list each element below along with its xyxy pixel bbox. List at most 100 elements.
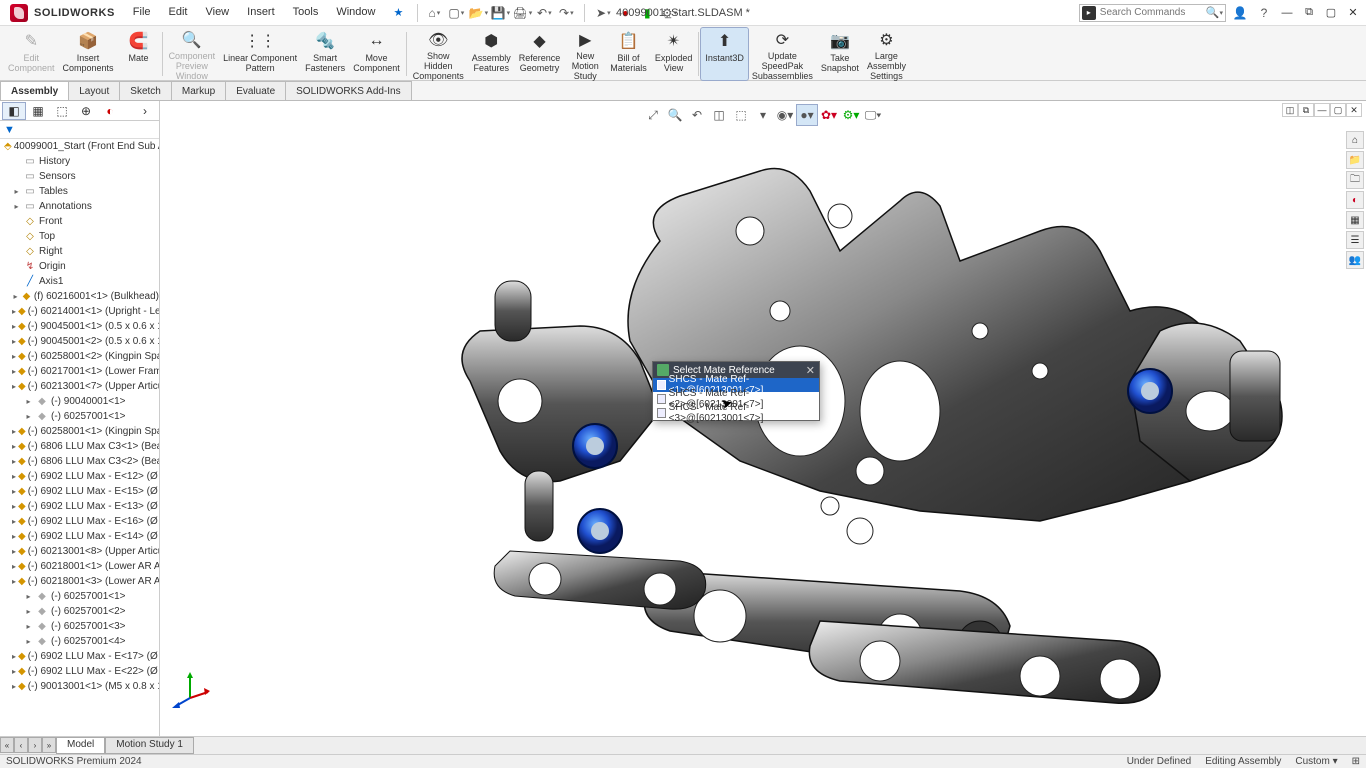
tree-expand-icon[interactable]: ▸ <box>12 292 19 301</box>
tree-item[interactable]: ▸◆(-) 90040001<1> <box>0 394 159 409</box>
ribbon-update-button[interactable]: ⟳Update SpeedPak Subassemblies <box>748 28 817 80</box>
ribbon-new-button[interactable]: ▶New Motion Study <box>564 28 606 80</box>
feature-tree[interactable]: ⬘40099001_Start (Front End Sub Asse▭Hist… <box>0 139 159 748</box>
tree-expand-icon[interactable]: ▸ <box>12 367 16 376</box>
menu-file[interactable]: File <box>125 3 159 22</box>
tree-expand-icon[interactable]: ▸ <box>12 502 16 511</box>
select-icon[interactable]: ➤▾ <box>593 3 613 23</box>
view-triad-icon[interactable] <box>170 668 210 708</box>
section-view-icon[interactable]: ◫ <box>709 105 729 125</box>
tree-item[interactable]: ▸◆(-) 60218001<1> (Lower AR Arr <box>0 559 159 574</box>
cmd-tab-sketch[interactable]: Sketch <box>119 81 172 100</box>
tree-item[interactable]: ▸◆(-) 6806 LLU Max C3<1> (Beari <box>0 439 159 454</box>
menu-help-icon[interactable]: ★ <box>385 3 411 22</box>
maximize-button[interactable]: ▢ <box>1322 4 1340 22</box>
tree-item[interactable]: ▸▭Tables <box>0 184 159 199</box>
tree-item[interactable]: ▸◆(-) 60213001<7> (Upper Articu <box>0 379 159 394</box>
taskpane-appearances-icon[interactable]: ▦ <box>1346 211 1364 229</box>
cmd-tab-markup[interactable]: Markup <box>171 81 226 100</box>
ribbon-insert-button[interactable]: 📦Insert Components <box>59 28 118 80</box>
mate-ref-option-3[interactable]: SHCS - Mate Ref-<3>@[60213001<7>] <box>653 406 819 420</box>
status-extra-icon[interactable]: ⊞ <box>1352 756 1360 767</box>
tree-expand-icon[interactable]: ▸ <box>12 187 21 196</box>
undo-icon[interactable]: ↶▾ <box>534 3 554 23</box>
redo-icon[interactable]: ↷▾ <box>556 3 576 23</box>
hide-show-icon[interactable]: ◉▾ <box>775 105 795 125</box>
tree-expand-icon[interactable]: ▸ <box>24 592 33 601</box>
tree-item[interactable]: ⬘40099001_Start (Front End Sub Asse <box>0 139 159 154</box>
status-units[interactable]: Custom ▾ <box>1295 756 1337 767</box>
cmd-tab-solidworks-add-ins[interactable]: SOLIDWORKS Add-Ins <box>285 81 411 100</box>
tree-expand-icon[interactable]: ▸ <box>24 637 33 646</box>
ribbon-smart-button[interactable]: 🔩Smart Fasteners <box>301 28 349 80</box>
tree-item[interactable]: ▸◆(-) 90013001<1> (M5 x 0.8 x 14 <box>0 679 159 694</box>
ribbon-show-button[interactable]: 👁Show Hidden Components <box>409 28 468 80</box>
search-icon[interactable]: 🔍 <box>1206 6 1220 19</box>
tree-expand-icon[interactable]: ▸ <box>12 337 16 346</box>
minimize-button[interactable]: — <box>1278 4 1296 22</box>
split-button[interactable]: ⧉ <box>1300 4 1318 22</box>
ribbon-exploded-button[interactable]: ✴Exploded View <box>651 28 697 80</box>
search-dropdown-icon[interactable]: ▾ <box>1219 9 1223 17</box>
scroll-next-icon[interactable]: › <box>28 737 42 753</box>
tree-item[interactable]: ▸◆(-) 6902 LLU Max - E<22> (Ø 1 <box>0 664 159 679</box>
tree-item[interactable]: ▸◆(-) 60257001<2> <box>0 604 159 619</box>
tree-item[interactable]: ▸◆(-) 6806 LLU Max C3<2> (Beari <box>0 454 159 469</box>
ribbon-bill-of-button[interactable]: 📋Bill of Materials <box>606 28 651 80</box>
scroll-prev-icon[interactable]: ‹ <box>14 737 28 753</box>
menu-window[interactable]: Window <box>328 3 383 22</box>
mdi-tile-icon[interactable]: ◫ <box>1282 103 1298 117</box>
tree-expand-icon[interactable]: ▸ <box>12 487 16 496</box>
tree-item[interactable]: ▸◆(-) 6902 LLU Max - E<17> (Ø 1 <box>0 649 159 664</box>
tree-expand-icon[interactable]: ▸ <box>24 622 33 631</box>
cmd-tab-evaluate[interactable]: Evaluate <box>225 81 286 100</box>
tree-expand-icon[interactable]: ▸ <box>12 667 16 676</box>
home-icon[interactable]: ⌂▾ <box>424 3 444 23</box>
tree-item[interactable]: ▸◆(-) 90045001<1> (0.5 x 0.6 x 1 B <box>0 319 159 334</box>
tree-expand-icon[interactable]: ▸ <box>12 682 16 691</box>
ribbon-instant3d-button[interactable]: ⬆Instant3D <box>701 28 748 80</box>
feature-manager-tab-icon[interactable]: ◧ <box>2 102 26 120</box>
tree-item[interactable]: ◇Right <box>0 244 159 259</box>
ribbon-mate-button[interactable]: 🧲Mate <box>118 28 160 80</box>
tree-expand-icon[interactable]: ▸ <box>12 427 16 436</box>
tree-item[interactable]: ▸◆(-) 6902 LLU Max - E<16> (Ø 1 <box>0 514 159 529</box>
prev-view-icon[interactable]: ↶ <box>687 105 707 125</box>
taskpane-view-palette-icon[interactable]: ◐ <box>1346 191 1364 209</box>
tree-expand-icon[interactable]: ▸ <box>24 412 33 421</box>
menu-edit[interactable]: Edit <box>161 3 196 22</box>
tree-item[interactable]: ▭Sensors <box>0 169 159 184</box>
tree-expand-icon[interactable]: ▸ <box>12 442 16 451</box>
tree-expand-icon[interactable]: ▸ <box>12 202 21 211</box>
tree-expand-icon[interactable]: ▸ <box>12 517 16 526</box>
tree-item[interactable]: ◇Front <box>0 214 159 229</box>
view-settings-2-icon[interactable]: 🖵▾ <box>863 105 883 125</box>
zoom-area-icon[interactable]: 🔍 <box>665 105 685 125</box>
zoom-fit-icon[interactable]: ⤢ <box>643 105 663 125</box>
tree-expand-icon[interactable]: ▸ <box>12 382 16 391</box>
tree-filter-row[interactable]: ▼ <box>0 121 159 139</box>
search-commands[interactable]: ▸ 🔍 ▾ <box>1079 4 1226 22</box>
mdi-tile2-icon[interactable]: ⧉ <box>1298 103 1314 117</box>
taskpane-file-explorer-icon[interactable]: 🗀 <box>1346 171 1364 189</box>
tree-expand-icon[interactable]: ▸ <box>12 547 16 556</box>
taskpane-custom-props-icon[interactable]: ☰ <box>1346 231 1364 249</box>
ribbon-take-button[interactable]: 📷Take Snapshot <box>817 28 863 80</box>
taskpane-resources-icon[interactable]: ⌂ <box>1346 131 1364 149</box>
tree-item[interactable]: ▸◆(-) 6902 LLU Max - E<12> (Ø 1 <box>0 469 159 484</box>
tree-item[interactable]: ▸◆(-) 60214001<1> (Upright - Lef <box>0 304 159 319</box>
config-manager-tab-icon[interactable]: ⬚ <box>50 102 74 120</box>
cmd-tab-layout[interactable]: Layout <box>68 81 120 100</box>
tree-item[interactable]: ▸◆(-) 6902 LLU Max - E<14> (Ø 1 <box>0 529 159 544</box>
print-icon[interactable]: 🖨▾ <box>512 3 532 23</box>
mdi-maximize-icon[interactable]: ▢ <box>1330 103 1346 117</box>
new-icon[interactable]: ▢▾ <box>446 3 466 23</box>
ribbon-reference-button[interactable]: ◆Reference Geometry <box>515 28 565 80</box>
display-style-icon[interactable]: ▾ <box>753 105 773 125</box>
tree-item[interactable]: ▸◆(-) 60258001<2> (Kingpin Spac <box>0 349 159 364</box>
menu-view[interactable]: View <box>197 3 237 22</box>
tree-item[interactable]: ▸◆(-) 60218001<3> (Lower AR Arr <box>0 574 159 589</box>
tree-item[interactable]: ▸◆(-) 60257001<1> <box>0 589 159 604</box>
tree-expand-icon[interactable]: ▸ <box>12 352 16 361</box>
graphics-viewport[interactable]: ⤢ 🔍 ↶ ◫ ⬚ ▾ ◉▾ ●▾ ✿▾ ⚙▾ 🖵▾ ◫ ⧉ — ▢ ✕ ⌂ 📁… <box>160 101 1366 748</box>
